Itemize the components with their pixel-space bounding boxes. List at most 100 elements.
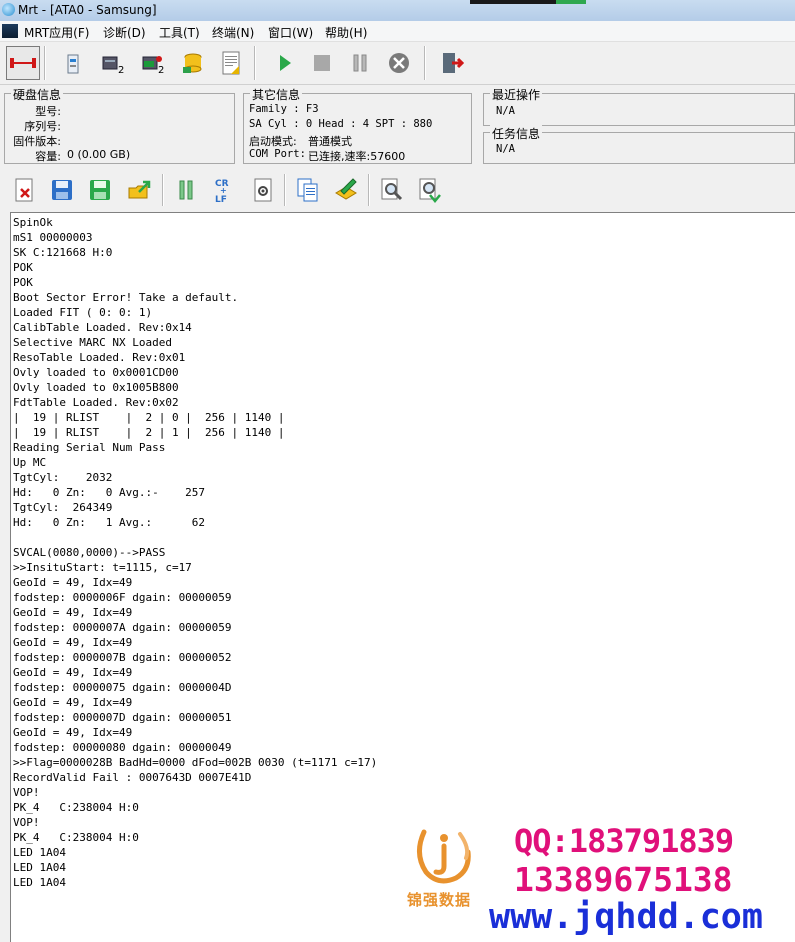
recent-ops-group: 最近操作 N/A [483,86,795,126]
boot-mode-label: 启动模式: [249,135,297,148]
drive-info-button[interactable]: 2 [96,46,130,80]
menu-mrt-app[interactable]: MRT应用(F) [24,24,89,41]
log-line: TgtCyl: 264349 [13,501,113,514]
find-button[interactable] [376,174,408,206]
stop-button[interactable] [305,46,339,80]
crlf-icon: CR+LF [215,179,229,204]
log-line: SVCAL(0080,0000)-->PASS [13,546,166,559]
log-toolbar: CR + LF [0,168,795,212]
save-as-button[interactable] [84,174,116,206]
log-line: VOP! [13,816,40,829]
database-button[interactable] [176,46,210,80]
watermark-phone: 13389675138 [514,860,733,899]
log-line: LED 1A04 [13,861,66,874]
log-line: LED 1A04 [13,846,66,859]
model-label: 型号: [35,105,61,118]
log-line: fodstep: 0000007D dgain: 00000051 [13,711,232,724]
log-line: POK [13,261,33,274]
drive-test-button[interactable]: 2 [136,46,170,80]
edit-button[interactable] [330,174,362,206]
svg-text:2: 2 [118,65,124,75]
watermark-url: www.jqhdd.com [489,897,763,937]
save-icon [52,180,72,200]
find-next-button[interactable] [414,174,446,206]
disk-info-group: 硬盘信息 型号: 序列号: 固件版本: 容量: 0 (0.00 GB) [4,86,235,164]
app-icon [2,3,15,16]
report-button[interactable] [214,46,248,80]
title-bar[interactable]: Mrt - [ATA0 - Samsung] [0,0,795,22]
log-line: >>InsituStart: t=1115, c=17 [13,561,192,574]
menu-window[interactable]: 窗口(W) [268,24,313,41]
recent-ops-value: N/A [496,105,515,117]
menu-diagnose[interactable]: 诊断(D) [103,24,146,41]
export-button[interactable] [124,174,156,206]
log-line: SK C:121668 H:0 [13,246,113,259]
mdi-app-icon[interactable] [2,24,18,38]
log-line: GeoId = 49, Idx=49 [13,696,133,709]
menu-help[interactable]: 帮助(H) [325,24,367,41]
pause-button[interactable] [343,46,377,80]
watermark-logo-text: 锦强数据 [407,891,472,909]
clear-log-button[interactable] [8,174,40,206]
capacity-label: 容量: [35,150,61,163]
pause-log-icon [179,180,193,200]
com-port-label: COM Port: [249,148,306,160]
cancel-button[interactable] [382,46,416,80]
company-logo-icon [417,829,471,884]
disk-info-title: 硬盘信息 [11,86,64,103]
find-next-icon [419,178,441,203]
play-icon [280,55,291,71]
log-line: PK_4 C:238004 H:0 [13,801,139,814]
log-line: >>Flag=0000028B BadHd=0000 dFod=002B 003… [13,756,378,769]
settings-button[interactable] [247,174,279,206]
run-button[interactable] [268,46,302,80]
drive-tool-icon [67,54,79,74]
stop-icon [314,55,330,71]
log-line: SpinOk [13,216,53,229]
save-as-icon [90,180,110,200]
log-line: POK [13,276,33,289]
menu-bar: MRT应用(F) 诊断(D) 工具(T) 终端(N) 窗口(W) 帮助(H) [0,21,795,42]
copy-button[interactable] [292,174,324,206]
task-info-title: 任务信息 [490,125,543,142]
log-line: Hd: 0 Zn: 1 Avg.: 62 [13,516,206,529]
save-button[interactable] [46,174,78,206]
database-icon [183,53,202,73]
find-icon [381,178,403,201]
edit-icon [335,178,357,200]
watermark-qq: QQ:183791839 [514,822,734,860]
other-info-title: 其它信息 [250,86,303,103]
log-line: RecordValid Fail : 0007643D 0007E41D [13,771,252,784]
task-info-value: N/A [496,143,515,155]
log-line: | 19 | RLIST | 2 | 0 | 256 | 1140 | [13,411,285,424]
com-port-value: 已连接,速率:57600 [308,150,406,163]
svg-text:+: + [220,186,227,195]
exit-button[interactable] [435,46,469,80]
log-line: Up MC [13,456,47,469]
window-title: Mrt - [ATA0 - Samsung] [18,3,157,17]
log-line: LED 1A04 [13,876,66,889]
log-line: fodstep: 00000075 dgain: 0000004D [13,681,232,694]
log-line: GeoId = 49, Idx=49 [13,606,133,619]
log-line: Hd: 0 Zn: 0 Avg.:- 257 [13,486,206,499]
titlebar-decor [470,0,556,4]
menu-terminal[interactable]: 终端(N) [212,24,254,41]
log-line: ResoTable Loaded. Rev:0x01 [13,351,186,364]
settings-icon [254,178,272,202]
log-line: Ovly loaded to 0x1005B800 [13,381,179,394]
menu-tools[interactable]: 工具(T) [159,24,200,41]
crlf-button[interactable]: CR + LF [208,174,240,206]
log-line: Boot Sector Error! Take a default. [13,291,239,304]
pause-log-button[interactable] [170,174,202,206]
log-line: FdtTable Loaded. Rev:0x02 [13,396,179,409]
geometry-value: SA Cyl : 0 Head : 4 SPT : 880 [249,118,433,130]
task-info-group: 任务信息 N/A [483,125,795,164]
connect-button[interactable] [6,46,40,80]
log-line: mS1 00000003 [13,231,93,244]
recent-ops-title: 最近操作 [490,86,543,103]
log-line: fodstep: 0000006F dgain: 00000059 [13,591,232,604]
exit-icon [443,53,464,73]
drive-tool-button[interactable] [56,46,90,80]
log-line: GeoId = 49, Idx=49 [13,576,133,589]
pause-icon [353,54,367,72]
